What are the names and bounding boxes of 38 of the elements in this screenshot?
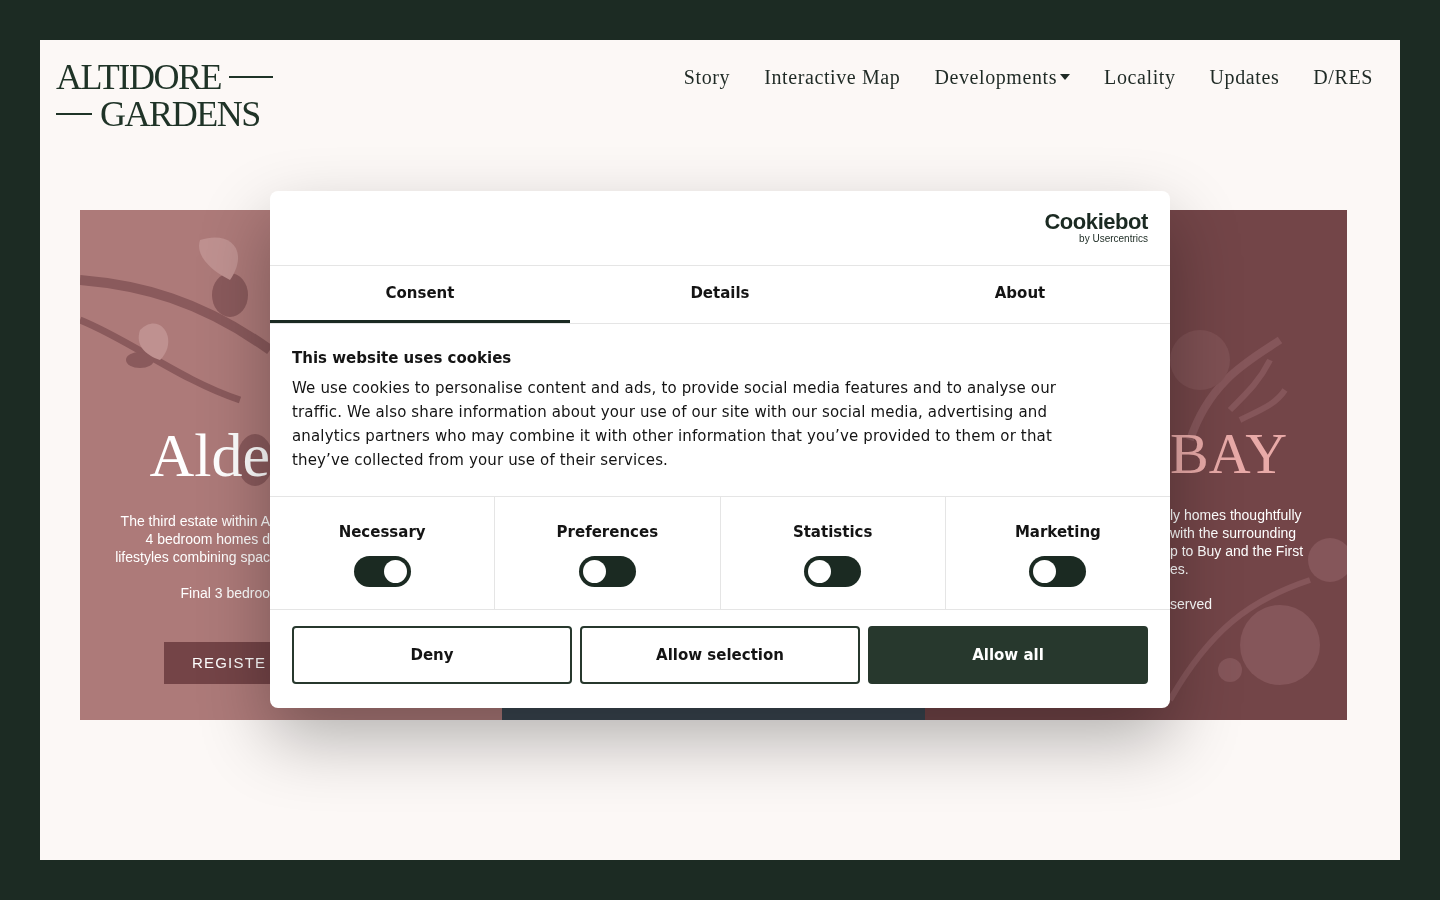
- dialog-heading: This website uses cookies: [292, 348, 513, 368]
- toggle-label: Necessary: [338, 522, 426, 543]
- dialog-tab[interactable]: Details: [570, 266, 870, 323]
- toggle-switch[interactable]: [578, 555, 636, 587]
- logo[interactable]: ALTIDORE GARDENS: [56, 58, 274, 132]
- nav-link[interactable]: Locality: [1104, 62, 1176, 92]
- consent-button[interactable]: Allow all: [868, 626, 1148, 684]
- description-line: 4 bedroom homes d: [145, 530, 270, 548]
- development-title: BAY: [1170, 422, 1288, 486]
- description-line: p to Buy and the First: [1170, 542, 1304, 560]
- nav-link[interactable]: Interactive Map: [764, 62, 901, 92]
- dialog-tab[interactable]: Consent: [270, 266, 570, 323]
- development-title: Alde: [149, 420, 270, 490]
- logo-text: ALTIDORE: [56, 58, 222, 96]
- description-line: with the surrounding: [1170, 524, 1297, 542]
- nav-link[interactable]: Story: [683, 62, 731, 92]
- description-line: The third estate within A: [120, 512, 270, 530]
- description-line: es.: [1170, 560, 1189, 578]
- logo-text: GARDENS: [100, 96, 260, 132]
- cookiebot-logo: Cookiebot by Usercentrics: [1044, 211, 1148, 245]
- description-line: lifestyles combining spac: [115, 548, 270, 566]
- register-button[interactable]: REGISTE: [164, 642, 270, 684]
- description-line: ly homes thoughtfully: [1170, 506, 1302, 524]
- consent-button[interactable]: Allow selection: [580, 626, 860, 684]
- toggle-label: Statistics: [792, 522, 873, 543]
- toggle-switch[interactable]: [1029, 555, 1087, 587]
- consent-button[interactable]: Deny: [292, 626, 572, 684]
- toggle-label: Marketing: [1014, 522, 1101, 543]
- toggle-label: Preferences: [556, 522, 659, 543]
- toggle-switch[interactable]: [804, 555, 862, 587]
- toggle-switch[interactable]: [353, 555, 411, 587]
- availability-note: Final 3 bedroo: [180, 584, 270, 603]
- nav-link[interactable]: D/RES: [1313, 62, 1373, 92]
- dialog-body: We use cookies to personalise content and ads, to provide social media features and to analyse our traffic. We also share information about your use of our site with our social media, advertising and analytics partners who may combine it with other information that you’ve provided to them or that they’ve collected from your use of their services.: [292, 378, 1058, 471]
- availability-note: served: [1170, 595, 1213, 614]
- nav-link[interactable]: Updates: [1209, 62, 1280, 92]
- dialog-tab[interactable]: About: [870, 266, 1170, 323]
- nav-link[interactable]: Developments: [934, 62, 1071, 92]
